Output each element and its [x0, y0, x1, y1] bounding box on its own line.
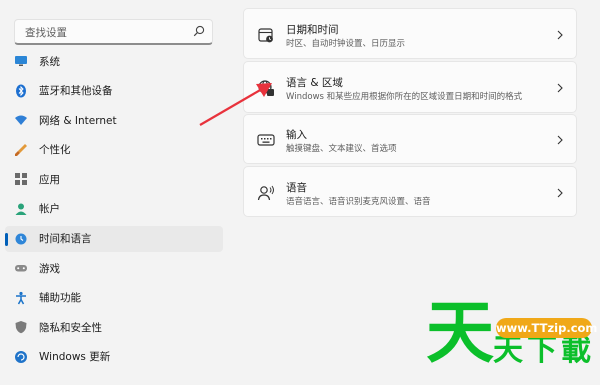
- sidebar-item-network[interactable]: 网络 & Internet: [5, 107, 223, 133]
- card-subtitle: 时区、自动时钟设置、日历显示: [286, 39, 406, 49]
- chevron-right-icon: [557, 188, 563, 198]
- chevron-right-icon: [557, 83, 563, 93]
- account-icon: [14, 202, 28, 216]
- sidebar-item-privacy[interactable]: 隐私和安全性: [5, 314, 223, 340]
- sidebar-item-label: 辅助功能: [39, 292, 81, 305]
- sidebar-item-label: 隐私和安全性: [39, 321, 102, 334]
- search-box[interactable]: [14, 19, 213, 45]
- sidebar-item-apps[interactable]: 应用: [5, 166, 223, 192]
- sidebar-item-label: 个性化: [39, 144, 71, 157]
- sidebar-item-system[interactable]: 系统: [5, 48, 223, 74]
- card-language-region[interactable]: 语言 & 区域 Windows 和某些应用根据你所在的区域设置日期和时间的格式: [243, 61, 577, 113]
- sidebar-item-accounts[interactable]: 帐户: [5, 196, 223, 222]
- brush-icon: [14, 143, 28, 157]
- card-date-time[interactable]: 日期和时间 时区、自动时钟设置、日历显示: [243, 8, 577, 59]
- sidebar-item-label: Windows 更新: [39, 351, 111, 364]
- card-title: 日期和时间: [286, 24, 339, 36]
- gamepad-icon: [14, 261, 28, 275]
- card-subtitle: Windows 和某些应用根据你所在的区域设置日期和时间的格式: [286, 92, 523, 102]
- watermark-char: 載: [561, 333, 591, 368]
- watermark-char: 天: [493, 333, 523, 368]
- watermark-char: 下: [527, 333, 557, 368]
- card-title: 语音: [286, 182, 307, 194]
- sidebar-item-bluetooth[interactable]: 蓝牙和其他设备: [5, 78, 223, 104]
- sidebar: 系统 蓝牙和其他设备 网络 & Internet 个性化 应用: [0, 0, 232, 385]
- accessibility-icon: [14, 291, 28, 305]
- sidebar-item-label: 蓝牙和其他设备: [39, 85, 113, 98]
- search-input[interactable]: [23, 23, 197, 43]
- card-subtitle: 语音语言、语音识别麦克风设置、语音: [286, 197, 431, 207]
- wifi-icon: [14, 113, 28, 127]
- bluetooth-icon: [14, 84, 28, 98]
- card-title: 语言 & 区域: [286, 77, 343, 89]
- sidebar-item-windows-update[interactable]: Windows 更新: [5, 344, 223, 370]
- speech-icon: [257, 185, 274, 201]
- card-typing[interactable]: 输入 触摸键盘、文本建议、首选项: [243, 114, 577, 164]
- shield-icon: [14, 320, 28, 334]
- watermark-url: www.TTzip.com: [496, 318, 597, 338]
- keyboard-icon: [257, 134, 275, 146]
- sidebar-nav: 系统 蓝牙和其他设备 网络 & Internet 个性化 应用 帐户 时间和语言…: [5, 48, 223, 374]
- chevron-right-icon: [557, 30, 563, 40]
- sidebar-item-label: 系统: [39, 55, 60, 68]
- language-globe-icon: [258, 80, 274, 96]
- monitor-icon: [14, 54, 28, 68]
- sidebar-item-time-language[interactable]: 时间和语言: [5, 225, 223, 252]
- apps-icon: [14, 172, 28, 186]
- sidebar-item-label: 帐户: [39, 203, 60, 216]
- sidebar-item-accessibility[interactable]: 辅助功能: [5, 285, 223, 311]
- chevron-right-icon: [557, 135, 563, 145]
- globe-clock-icon: [14, 232, 28, 246]
- sidebar-item-personalization[interactable]: 个性化: [5, 137, 223, 163]
- card-speech[interactable]: 语音 语音语言、语音识别麦克风设置、语音: [243, 166, 577, 217]
- search-icon[interactable]: [193, 25, 205, 37]
- sidebar-item-gaming[interactable]: 游戏: [5, 255, 223, 281]
- update-icon: [14, 350, 28, 364]
- sidebar-item-label: 游戏: [39, 262, 60, 275]
- watermark-big-char: 天: [426, 294, 495, 373]
- calendar-clock-icon: [258, 28, 273, 43]
- card-title: 输入: [286, 129, 307, 141]
- sidebar-item-label: 应用: [39, 173, 60, 186]
- card-subtitle: 触摸键盘、文本建议、首选项: [286, 144, 397, 154]
- sidebar-item-label: 时间和语言: [39, 233, 92, 246]
- sidebar-item-label: 网络 & Internet: [39, 114, 117, 127]
